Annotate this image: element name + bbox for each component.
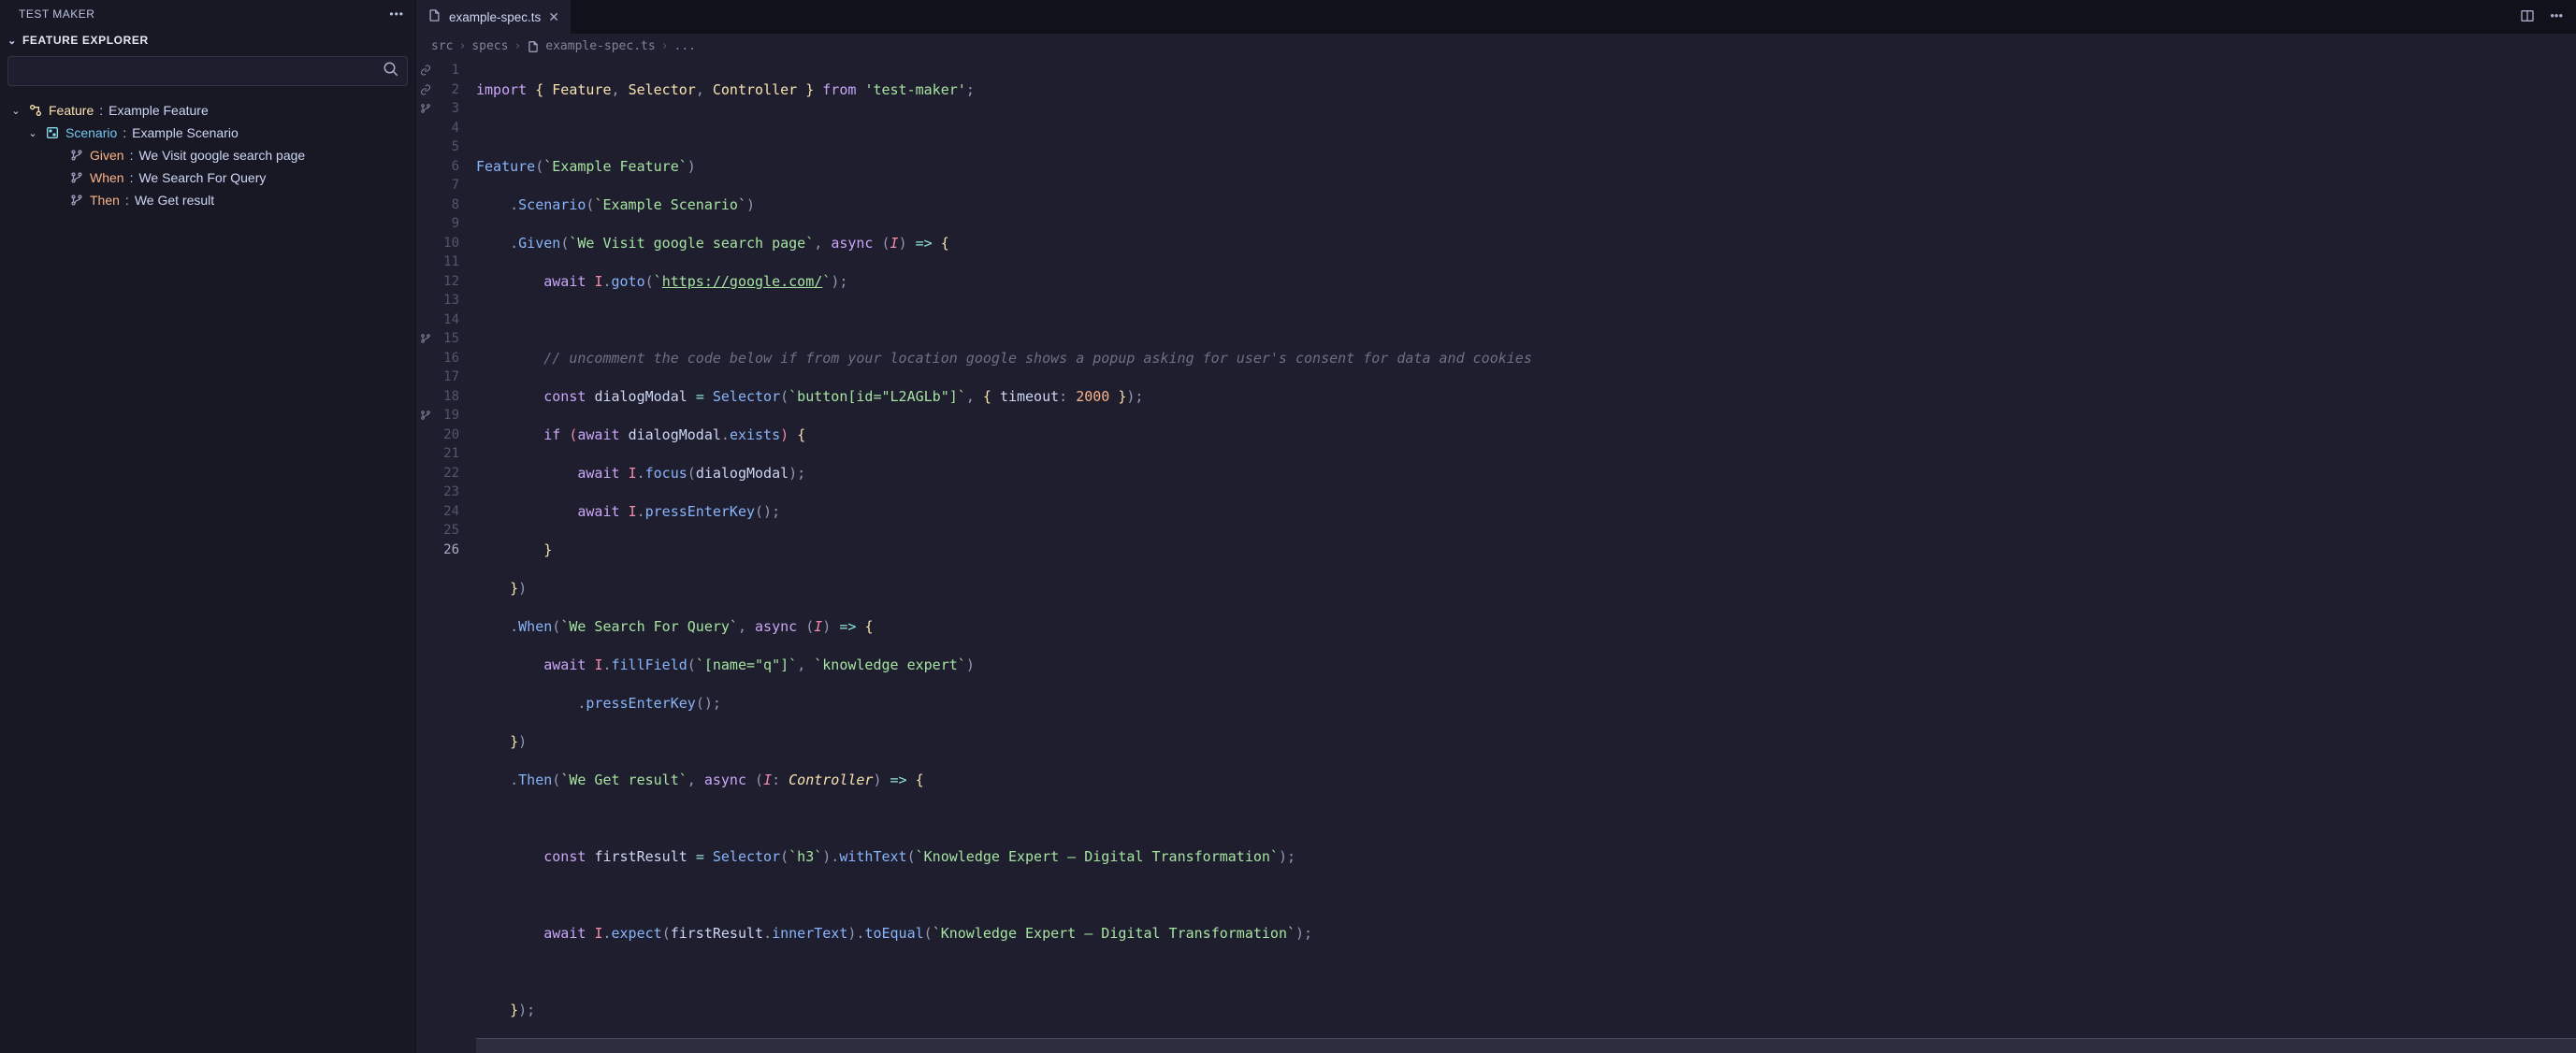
feature-name: Example Feature (109, 103, 209, 118)
step-text: We Visit google search page (138, 148, 305, 163)
glyph-margin (416, 59, 435, 1053)
step-keyword: When (90, 170, 124, 185)
file-icon (427, 8, 441, 25)
more-icon[interactable]: ••• (389, 7, 404, 21)
tree-scenario-row[interactable]: ⌄ Scenario : Example Scenario (6, 122, 415, 144)
tabbar-actions: ••• (2520, 8, 2576, 26)
breadcrumbs[interactable]: src › specs › example-spec.ts › ... (416, 34, 2576, 59)
section-header[interactable]: ⌄ FEATURE EXPLORER (0, 28, 415, 52)
glyph-branch-icon[interactable] (416, 329, 435, 349)
search-input[interactable] (16, 60, 383, 82)
close-icon[interactable]: ✕ (548, 9, 559, 25)
git-branch-icon (67, 194, 86, 207)
breadcrumb-part[interactable]: src (431, 39, 453, 53)
tab-example-spec[interactable]: example-spec.ts ✕ (416, 0, 572, 34)
sidebar-title: TEST MAKER (19, 7, 94, 21)
chevron-down-icon: ⌄ (6, 35, 19, 47)
tree-step-then[interactable]: Then : We Get result (6, 189, 415, 211)
feature-tree: ⌄ Feature : Example Feature ⌄ Scenario :… (0, 95, 415, 211)
editor-pane: example-spec.ts ✕ ••• src › specs › exam… (416, 0, 2576, 1053)
tab-filename: example-spec.ts (449, 10, 541, 24)
tree-feature-row[interactable]: ⌄ Feature : Example Feature (6, 99, 415, 122)
tabbar: example-spec.ts ✕ ••• (416, 0, 2576, 34)
step-text: We Get result (135, 193, 214, 208)
chevron-down-icon: ⌄ (9, 105, 22, 117)
breadcrumb-part[interactable]: specs (471, 39, 508, 53)
tree-step-when[interactable]: When : We Search For Query (6, 166, 415, 189)
breadcrumb-more[interactable]: ... (674, 39, 696, 53)
glyph-link-icon[interactable] (416, 80, 435, 100)
sidebar: TEST MAKER ••• ⌄ FEATURE EXPLORER ⌄ Feat… (0, 0, 416, 1053)
file-icon (527, 40, 540, 53)
feature-icon (26, 103, 45, 118)
code-content[interactable]: import { Feature, Selector, Controller }… (476, 59, 2576, 1053)
split-editor-icon[interactable] (2520, 8, 2535, 26)
glyph-branch-icon[interactable] (416, 406, 435, 426)
git-branch-icon (67, 171, 86, 184)
glyph-branch-icon[interactable] (416, 99, 435, 119)
scenario-icon (43, 125, 62, 140)
step-keyword: Then (90, 193, 120, 208)
more-icon[interactable]: ••• (2550, 8, 2563, 26)
search-icon[interactable] (383, 61, 399, 82)
section-title: FEATURE EXPLORER (22, 34, 149, 47)
feature-keyword: Feature (49, 103, 94, 118)
breadcrumb-file[interactable]: example-spec.ts (545, 39, 655, 53)
line-number-gutter: 12345 678910 1112131415 1617181920 21222… (435, 59, 476, 1053)
chevron-down-icon: ⌄ (26, 127, 39, 139)
glyph-link-icon[interactable] (416, 61, 435, 80)
scenario-name: Example Scenario (132, 125, 239, 140)
search-row (0, 52, 415, 95)
search-box[interactable] (7, 56, 408, 86)
tree-step-given[interactable]: Given : We Visit google search page (6, 144, 415, 166)
scenario-keyword: Scenario (65, 125, 117, 140)
sidebar-header: TEST MAKER ••• (0, 0, 415, 28)
step-text: We Search For Query (138, 170, 266, 185)
code-area[interactable]: 12345 678910 1112131415 1617181920 21222… (416, 59, 2576, 1053)
step-keyword: Given (90, 148, 124, 163)
git-branch-icon (67, 149, 86, 162)
